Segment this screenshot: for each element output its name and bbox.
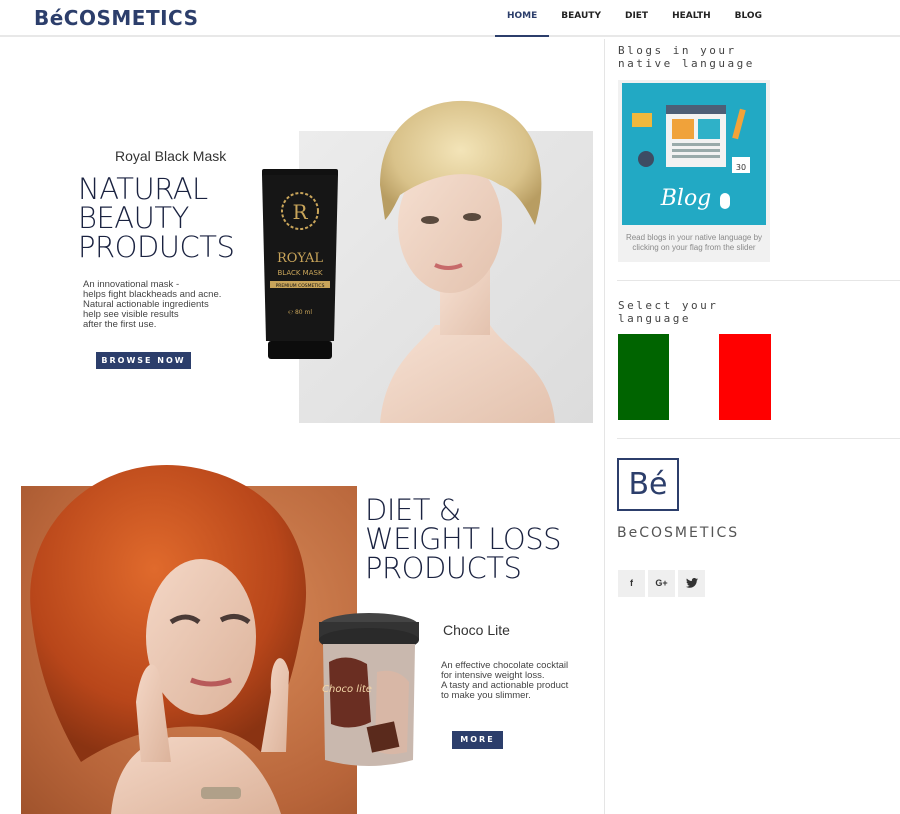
flag-green-stripe[interactable]: [618, 334, 670, 420]
tin-label: Choco lite: [322, 684, 372, 695]
facebook-icon[interactable]: f: [618, 570, 645, 597]
blog-word: Blog: [660, 186, 712, 211]
sidebar-divider: [617, 438, 900, 439]
redhead-model-image: [30, 464, 307, 814]
tube-brand: ROYAL: [277, 251, 323, 266]
hero2-subtitle: Choco Lite: [443, 622, 510, 638]
blog-caption: Read blogs in your native language by cl…: [625, 233, 763, 252]
google-plus-icon[interactable]: G+: [648, 570, 675, 597]
flag-red-stripe[interactable]: [719, 334, 771, 420]
nav-home[interactable]: HOME: [495, 0, 550, 37]
column-divider: [604, 39, 605, 814]
brand-mark: Bé: [617, 458, 679, 511]
brand-name: BeCOSMETICS: [617, 525, 740, 541]
language-title: Select your language: [618, 299, 719, 325]
main-nav: HOME BEAUTY DIET HEALTH BLOG: [495, 0, 774, 37]
tube-product: BLACK MASK: [277, 269, 323, 277]
twitter-icon[interactable]: [678, 570, 705, 597]
blogs-title: Blogs in your native language: [618, 44, 755, 70]
svg-text:30: 30: [736, 163, 746, 172]
hero1-subtitle: Royal Black Mask: [115, 148, 227, 164]
royal-black-mask-tube: R ROYAL BLACK MASK PREMIUM COSMETICS ℮ 8…: [262, 169, 338, 359]
tube-monogram: R: [292, 200, 308, 224]
nav-beauty[interactable]: BEAUTY: [549, 0, 613, 37]
site-logo[interactable]: BéCOSMETICS: [34, 6, 199, 30]
nav-blog[interactable]: BLOG: [723, 0, 774, 37]
hero2-description: An effective chocolate cocktail for inte…: [441, 660, 569, 701]
browse-now-button[interactable]: BROWSE NOW: [96, 352, 191, 369]
sidebar-divider: [617, 280, 900, 281]
tube-volume: ℮ 80 ml: [288, 309, 312, 316]
tube-line: PREMIUM COSMETICS: [276, 283, 325, 289]
more-button[interactable]: MORE: [452, 731, 503, 749]
nav-health[interactable]: HEALTH: [660, 0, 723, 37]
blonde-model-image: [380, 100, 555, 423]
nav-diet[interactable]: DIET: [613, 0, 660, 37]
hero2-title: DIET & WEIGHT LOSS PRODUCTS: [365, 493, 562, 585]
flag-white-stripe[interactable]: [669, 334, 721, 420]
choco-lite-tin: Choco lite: [319, 613, 419, 766]
site-header: BéCOSMETICS HOME BEAUTY DIET HEALTH BLOG: [0, 0, 900, 37]
hero1-description: An innovational mask - helps fight black…: [83, 279, 222, 330]
hero1-title: NATURAL BEAUTY PRODUCTS: [78, 172, 235, 264]
blog-banner-image[interactable]: 30 Blog: [622, 83, 766, 225]
